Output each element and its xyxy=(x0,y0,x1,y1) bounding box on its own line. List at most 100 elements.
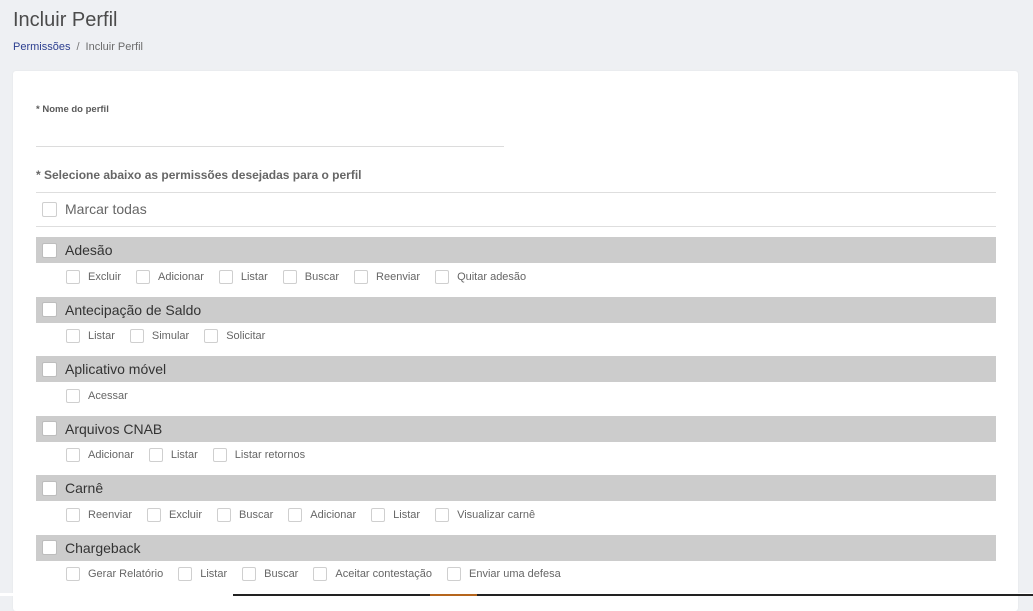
permission-option[interactable]: Visualizar carnê xyxy=(435,507,535,522)
permission-label: Aceitar contestação xyxy=(335,568,432,580)
permission-option[interactable]: Adicionar xyxy=(136,269,204,284)
permission-checkbox[interactable] xyxy=(66,507,80,522)
group-name: Carnê xyxy=(65,480,104,496)
group-checkbox[interactable] xyxy=(42,421,57,436)
permission-option[interactable]: Acessar xyxy=(66,388,128,403)
permission-label: Listar xyxy=(200,568,228,580)
permission-checkbox[interactable] xyxy=(371,507,386,522)
permission-option[interactable]: Listar xyxy=(148,448,198,462)
permission-option[interactable]: Buscar xyxy=(282,269,340,284)
permission-label: Listar retornos xyxy=(234,449,306,461)
group-checkbox[interactable] xyxy=(42,242,57,258)
permission-checkbox[interactable] xyxy=(129,329,144,343)
breadcrumb: Permissões / Incluir Perfil xyxy=(13,41,143,54)
permission-checkbox[interactable] xyxy=(282,269,297,284)
permission-checkbox[interactable] xyxy=(148,448,163,462)
permission-checkbox[interactable] xyxy=(212,448,227,462)
permission-group: Carnê Reenviar Excluir Buscar Adicionar Lista… xyxy=(36,475,996,535)
permission-label: Adicionar xyxy=(158,270,204,283)
group-header[interactable]: Chargeback xyxy=(36,534,996,561)
permission-option[interactable]: Listar xyxy=(66,329,115,343)
group-checkbox[interactable] xyxy=(42,361,57,377)
permission-checkbox[interactable] xyxy=(66,388,80,403)
divider xyxy=(36,226,996,227)
permission-option[interactable]: Gerar Relatório xyxy=(66,567,163,581)
select-all[interactable]: Marcar todas xyxy=(42,201,147,217)
permission-option[interactable]: Reenviar xyxy=(66,507,133,522)
permission-checkbox[interactable] xyxy=(218,269,233,284)
group-header[interactable]: Arquivos CNAB xyxy=(36,415,996,442)
permission-label: Excluir xyxy=(88,270,122,283)
permission-label: Buscar xyxy=(304,270,340,283)
permission-checkbox[interactable] xyxy=(66,329,80,343)
permission-option[interactable]: Solicitar xyxy=(204,329,265,343)
group-header[interactable]: Adesão xyxy=(36,237,996,263)
permission-label: Adicionar xyxy=(310,508,357,521)
profile-name-label: * Nome do perfil xyxy=(36,104,109,115)
permission-option[interactable]: Aceitar contestação xyxy=(313,567,432,581)
group-header[interactable]: Carnê xyxy=(36,475,996,501)
permission-label: Reenviar xyxy=(88,508,133,521)
group-header[interactable]: Aplicativo móvel xyxy=(36,356,996,382)
permission-checkbox[interactable] xyxy=(446,567,461,581)
permission-label: Reenviar xyxy=(376,270,421,283)
profile-name-field: * Nome do perfil xyxy=(36,99,504,147)
permission-checkbox[interactable] xyxy=(136,269,151,284)
select-all-checkbox[interactable] xyxy=(42,201,57,217)
permission-option[interactable]: Excluir xyxy=(66,269,122,284)
permission-option[interactable]: Buscar xyxy=(217,507,274,522)
permission-option[interactable]: Listar retornos xyxy=(212,448,306,462)
permission-option[interactable]: Excluir xyxy=(147,507,202,522)
permission-option[interactable]: Quitar adesão xyxy=(435,269,527,284)
permission-checkbox[interactable] xyxy=(313,567,328,581)
group-header[interactable]: Antecipação de Saldo xyxy=(36,296,996,323)
permission-label: Buscar xyxy=(239,508,274,521)
permission-option[interactable]: Reenviar xyxy=(354,269,421,284)
profile-name-input[interactable] xyxy=(36,123,504,147)
permission-option[interactable]: Listar xyxy=(218,269,268,284)
permission-label: Gerar Relatório xyxy=(88,568,164,580)
breadcrumb-current: Incluir Perfil xyxy=(85,41,143,53)
permission-row: Listar Simular Solicitar xyxy=(36,323,996,350)
divider xyxy=(36,192,996,193)
permission-label: Buscar xyxy=(264,568,299,580)
permission-option[interactable]: Listar xyxy=(178,567,227,581)
permission-checkbox[interactable] xyxy=(242,567,257,581)
permission-checkbox[interactable] xyxy=(354,269,369,284)
permission-option[interactable]: Buscar xyxy=(242,567,298,581)
breadcrumb-separator: / xyxy=(76,41,80,53)
permission-checkbox[interactable] xyxy=(178,567,193,581)
permission-label: Simular xyxy=(151,330,190,342)
permission-checkbox[interactable] xyxy=(204,329,219,343)
permission-checkbox[interactable] xyxy=(435,507,450,522)
permission-row: Reenviar Excluir Buscar Adicionar Listar Visu… xyxy=(36,501,996,528)
permission-checkbox[interactable] xyxy=(217,507,232,522)
group-checkbox[interactable] xyxy=(42,480,57,496)
breadcrumb-link-permissoes[interactable]: Permissões xyxy=(13,41,70,54)
form-card: * Nome do perfil * Selecione abaixo as p… xyxy=(13,71,1018,611)
permission-label: Quitar adesão xyxy=(457,270,527,283)
permission-row: Adicionar Listar Listar retornos xyxy=(36,442,996,469)
group-name: Aplicativo móvel xyxy=(65,361,167,377)
permission-checkbox[interactable] xyxy=(288,507,303,522)
group-checkbox[interactable] xyxy=(42,540,57,555)
permission-row: Excluir Adicionar Listar Buscar Reenviar Quit… xyxy=(36,263,996,290)
permission-checkbox[interactable] xyxy=(66,269,80,284)
permission-option[interactable]: Enviar uma defesa xyxy=(446,567,561,581)
select-all-label: Marcar todas xyxy=(65,201,147,217)
group-checkbox[interactable] xyxy=(42,302,57,317)
permission-label: Solicitar xyxy=(226,330,266,342)
permission-label: Listar xyxy=(88,330,115,342)
permission-option[interactable]: Simular xyxy=(129,329,190,343)
permission-option[interactable]: Listar xyxy=(371,507,420,522)
permission-checkbox[interactable] xyxy=(435,269,450,284)
permission-option[interactable]: Adicionar xyxy=(66,448,134,462)
permission-checkbox[interactable] xyxy=(66,567,80,581)
permission-label: Adicionar xyxy=(88,449,134,461)
permission-label: Acessar xyxy=(88,389,128,402)
permission-group: Adesão Excluir Adicionar Listar Buscar Reenvi… xyxy=(36,237,996,297)
permission-checkbox[interactable] xyxy=(66,448,80,462)
permission-checkbox[interactable] xyxy=(147,507,162,522)
permission-label: Listar xyxy=(240,270,268,283)
permission-option[interactable]: Adicionar xyxy=(288,507,357,522)
